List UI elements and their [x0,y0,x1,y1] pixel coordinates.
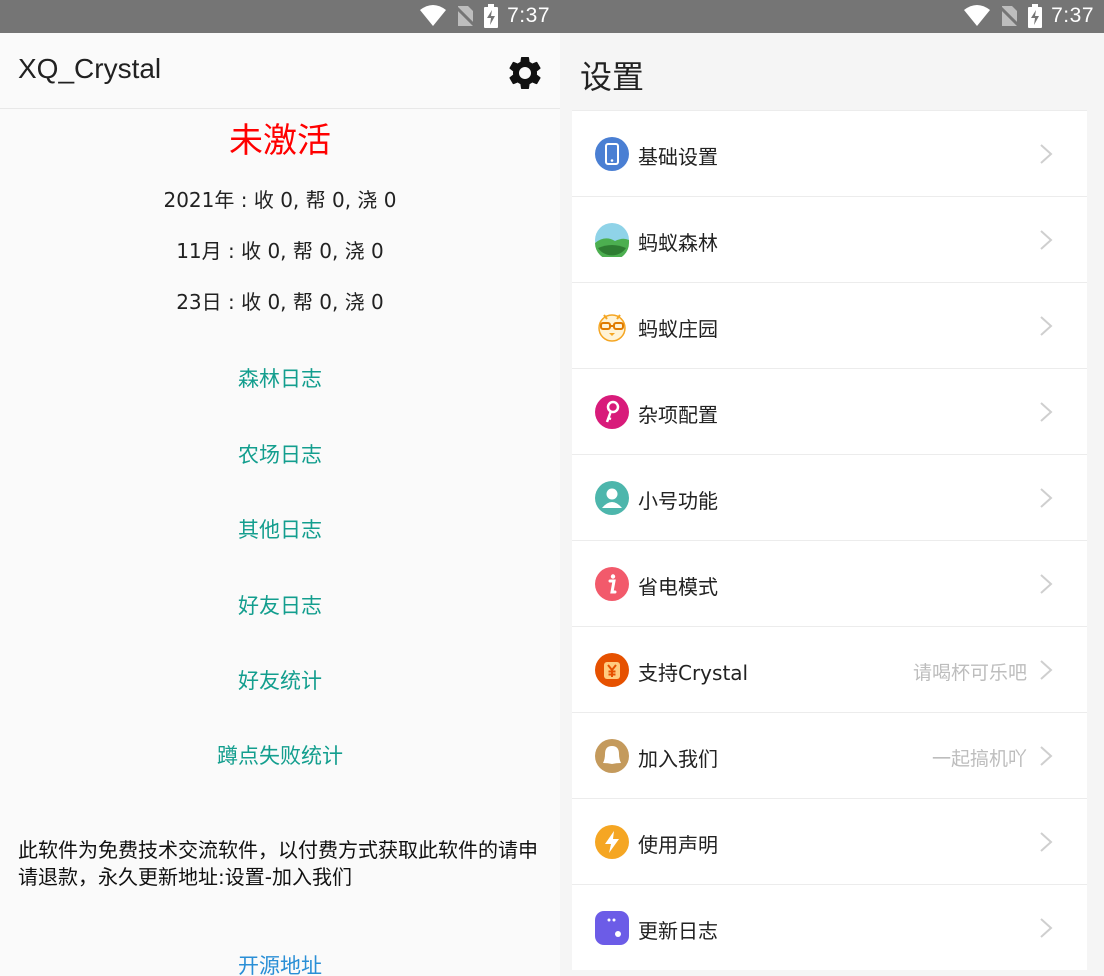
person-icon [595,481,629,515]
wifi-icon [964,5,991,26]
settings-item-forest[interactable]: 蚂蚁森林 [572,196,1087,282]
chevron-right-icon [1040,402,1053,422]
settings-item-label: 杂项配置 [638,403,718,427]
status-time: 7:37 [507,4,550,27]
settings-item-support[interactable]: 支持Crystal 请喝杯可乐吧 [572,626,1087,712]
chevron-right-icon [1040,144,1053,164]
page-title: 设置 [580,58,645,96]
source-link[interactable]: 开源地址 [0,950,560,976]
lightning-icon [595,825,629,859]
chevron-right-icon [1040,488,1053,508]
status-time: 7:37 [1051,4,1094,27]
info-icon [595,567,629,601]
chevron-right-icon [1040,230,1053,250]
settings-screen: 7:37 设置 基础设置 蚂蚁森林 蚂蚁庄园 杂项配置 小号功能 省电模式 支持… [560,0,1104,976]
day-stats: 23日 : 收 0, 帮 0, 浇 0 [176,290,384,314]
settings-item-sub: 一起搞机吖 [931,748,1027,770]
status-bar: 7:37 [560,0,1104,33]
chevron-right-icon [1040,832,1053,852]
settings-item-label: 使用声明 [638,833,718,857]
key-icon [595,395,629,429]
settings-item-misc[interactable]: 杂项配置 [572,368,1087,454]
activation-status: 未激活 [229,121,331,161]
settings-item-label: 蚂蚁森林 [638,231,718,255]
settings-item-sub: 请喝杯可乐吧 [912,662,1027,684]
fail-stats-link[interactable]: 蹲点失败统计 [0,740,560,770]
farm-log-link[interactable]: 农场日志 [0,439,560,469]
chevron-right-icon [1040,660,1053,680]
chevron-right-icon [1040,918,1053,938]
settings-item-power-saving[interactable]: 省电模式 [572,540,1087,626]
qq-icon [595,739,629,773]
no-sim-icon [999,5,1020,27]
app-bar: XQ_Crystal [0,33,560,109]
settings-item-label: 小号功能 [638,489,718,513]
settings-item-label: 蚂蚁庄园 [638,317,718,341]
yen-icon [595,653,629,687]
settings-item-farm[interactable]: 蚂蚁庄园 [572,282,1087,368]
app-title: XQ_Crystal [18,53,162,84]
other-log-link[interactable]: 其他日志 [0,514,560,544]
gear-icon[interactable] [505,53,545,93]
month-stats: 11月 : 收 0, 帮 0, 浇 0 [176,239,384,263]
friend-stats-link[interactable]: 好友统计 [0,665,560,695]
dots-icon [595,911,629,945]
no-sim-icon [455,5,476,27]
battery-charging-icon [484,4,499,28]
chevron-right-icon [1040,574,1053,594]
main-screen: 7:37 XQ_Crystal 未激活 2021年 : 收 0, 帮 0, 浇 … [0,0,560,976]
settings-item-label: 省电模式 [638,575,718,599]
chick-icon [598,314,626,342]
forest-log-link[interactable]: 森林日志 [0,363,560,393]
friend-log-link[interactable]: 好友日志 [0,590,560,620]
settings-item-subaccount[interactable]: 小号功能 [572,454,1087,540]
settings-item-label: 基础设置 [638,145,718,169]
settings-item-label: 支持Crystal [638,661,749,685]
settings-item-changelog[interactable]: 更新日志 [572,884,1087,970]
settings-item-label: 更新日志 [638,919,718,943]
chevron-right-icon [1040,746,1053,766]
settings-item-join-us[interactable]: 加入我们 一起搞机吖 [572,712,1087,798]
forest-icon [595,223,629,257]
settings-item-label: 加入我们 [638,747,718,771]
chevron-right-icon [1040,316,1053,336]
status-bar: 7:37 [0,0,560,33]
year-stats: 2021年 : 收 0, 帮 0, 浇 0 [163,188,397,212]
disclaimer-text: 此软件为免费技术交流软件，以付费方式获取此软件的请申请退款，永久更新地址:设置-… [18,838,538,889]
settings-item-statement[interactable]: 使用声明 [572,798,1087,884]
wifi-icon [420,5,447,26]
phone-icon [595,137,629,171]
battery-charging-icon [1028,4,1043,28]
settings-item-basic[interactable]: 基础设置 [572,110,1087,196]
